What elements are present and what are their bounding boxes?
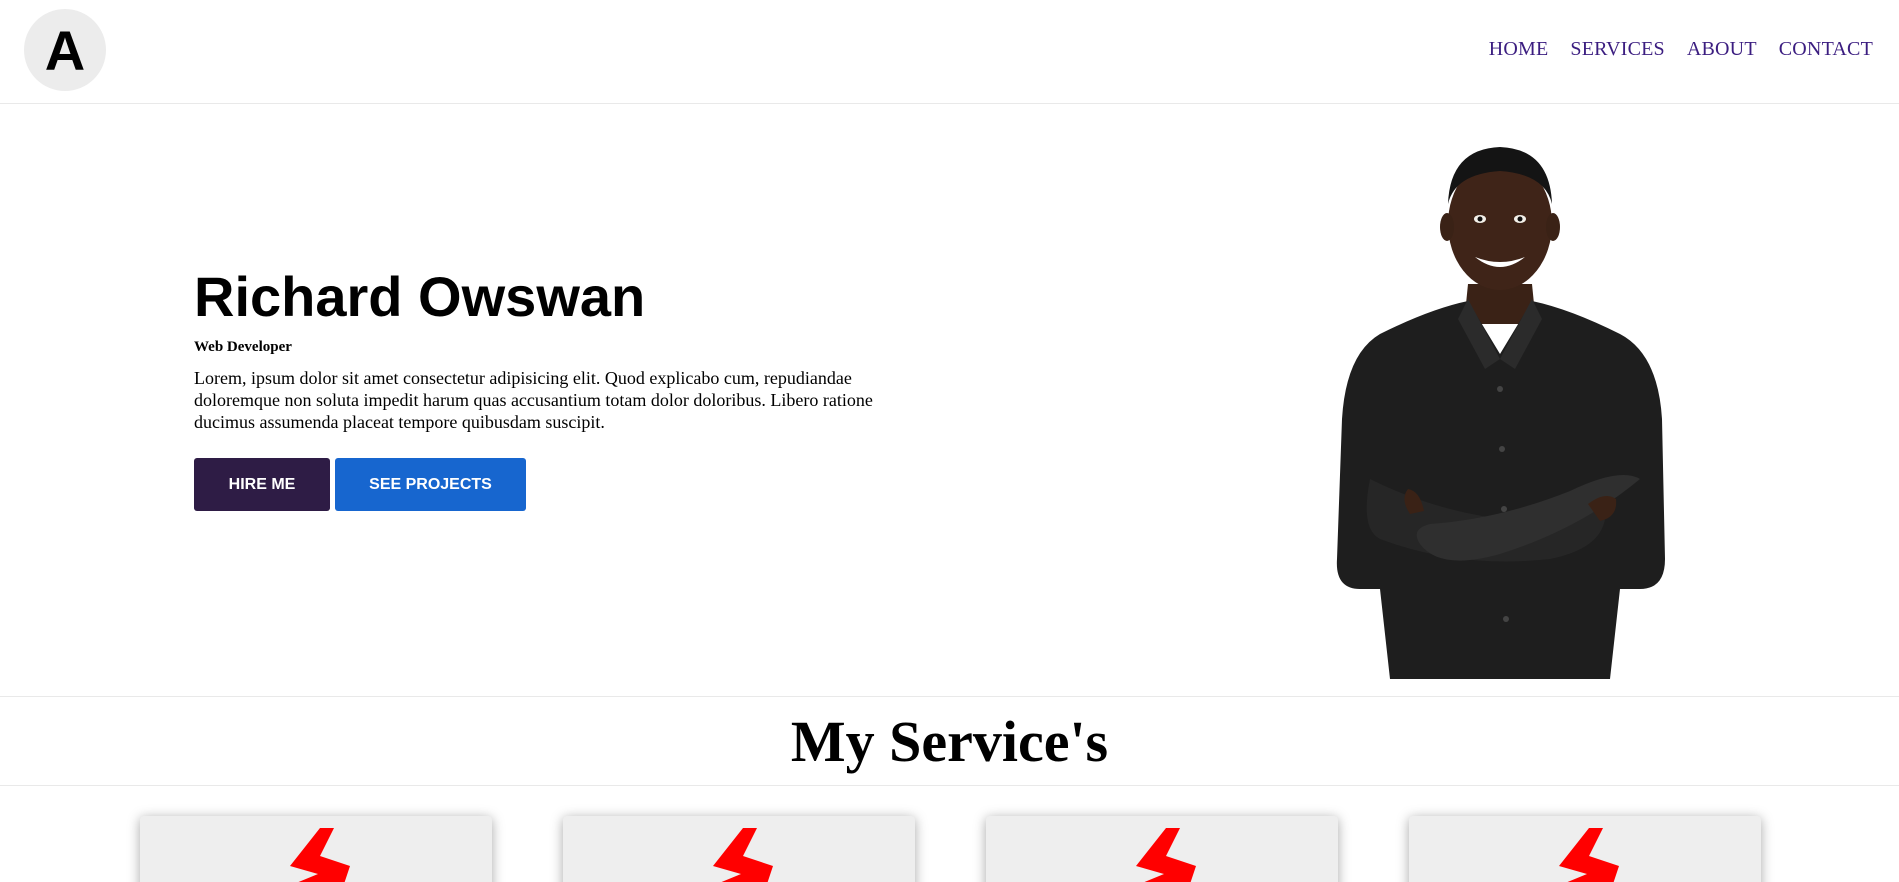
lightning-bolt-icon <box>1136 828 1196 882</box>
site-header: A HOME SERVICES ABOUT CONTACT <box>0 0 1899 104</box>
main-nav: HOME SERVICES ABOUT CONTACT <box>1489 38 1873 61</box>
lightning-bolt-icon <box>1559 828 1619 882</box>
service-card[interactable] <box>140 816 492 882</box>
nav-link-services[interactable]: SERVICES <box>1570 38 1664 61</box>
services-heading-bar: My Service's <box>0 697 1899 786</box>
nav-link-contact[interactable]: CONTACT <box>1779 38 1873 61</box>
hero-role: Web Developer <box>194 339 292 355</box>
services-title: My Service's <box>790 708 1109 774</box>
hero-description: Lorem, ipsum dolor sit amet consectetur … <box>194 368 873 432</box>
lightning-bolt-icon <box>290 828 350 882</box>
nav-link-home[interactable]: HOME <box>1489 38 1549 61</box>
service-card[interactable] <box>1409 816 1761 882</box>
lightning-bolt-icon <box>713 828 773 882</box>
person-photo <box>1336 147 1665 679</box>
hero-name: Richard Owswan <box>194 265 646 328</box>
logo[interactable]: A <box>24 9 106 91</box>
nav-link-about[interactable]: ABOUT <box>1687 38 1757 61</box>
service-card[interactable] <box>563 816 915 882</box>
hire-me-button[interactable]: HIRE ME <box>194 458 330 511</box>
hero-section: Richard Owswan Web Developer Lorem, ipsu… <box>0 104 1899 697</box>
service-card[interactable] <box>986 816 1338 882</box>
see-projects-button[interactable]: SEE PROJECTS <box>335 458 526 511</box>
